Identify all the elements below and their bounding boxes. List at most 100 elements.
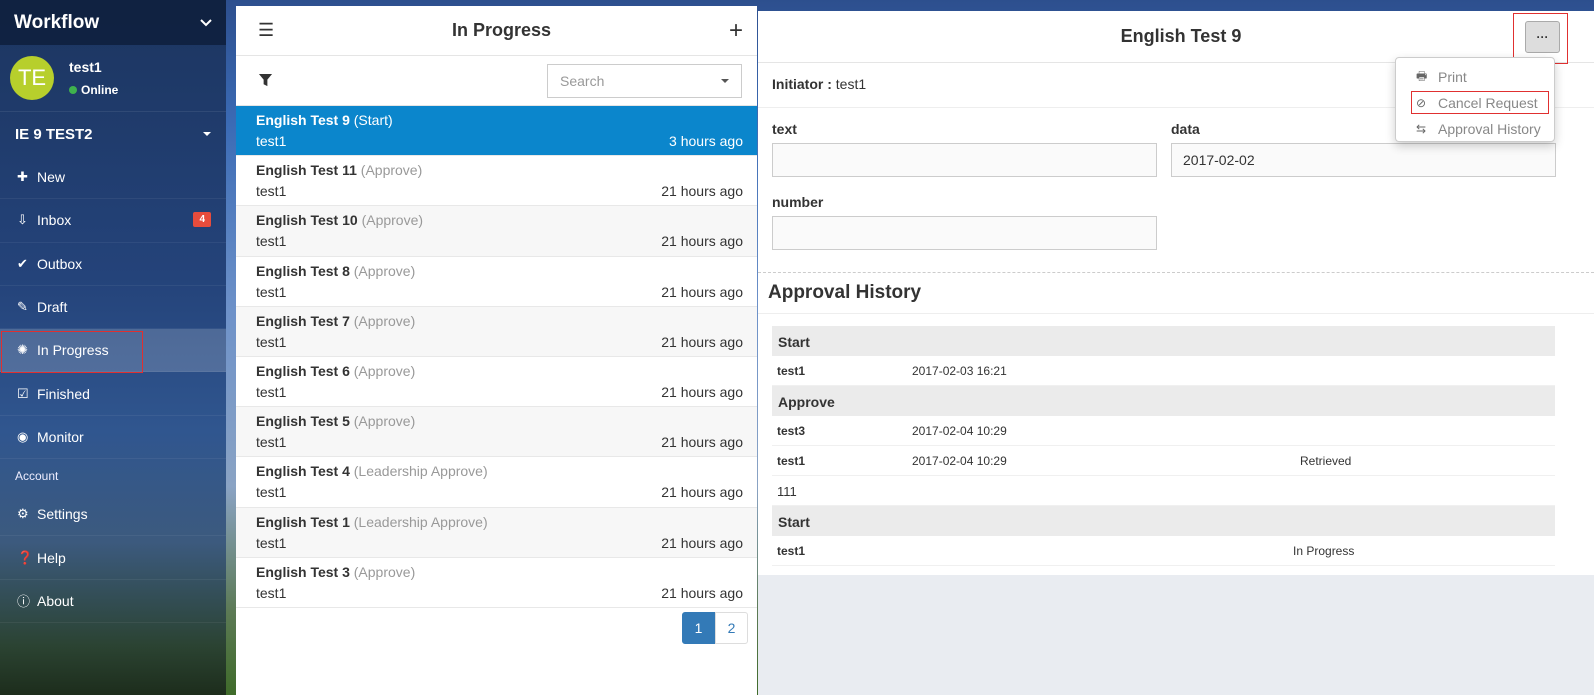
menu-label: Print bbox=[1438, 69, 1467, 85]
history-row: test1 2017-02-03 16:21 bbox=[772, 356, 1555, 386]
list-item[interactable]: English Test 4 (Leadership Approve) test1… bbox=[236, 457, 757, 508]
nav-monitor[interactable]: ◉ Monitor bbox=[0, 416, 226, 460]
text-label: text bbox=[772, 121, 797, 137]
item-title: English Test 4 bbox=[256, 463, 350, 480]
list-item[interactable]: English Test 9 (Start) test1 3 hours ago bbox=[236, 106, 757, 157]
page-2-button[interactable]: 2 bbox=[715, 612, 748, 644]
list-item[interactable]: English Test 6 (Approve) test1 21 hours ag… bbox=[236, 357, 757, 408]
item-user: test1 bbox=[256, 534, 287, 551]
checkbox-icon: ☑ bbox=[17, 385, 29, 401]
list-item[interactable]: English Test 1 (Leadership Approve) test1… bbox=[236, 507, 757, 558]
nav-label: Outbox bbox=[37, 255, 83, 272]
inbox-badge: 4 bbox=[193, 212, 211, 228]
item-title: English Test 10 bbox=[256, 212, 358, 229]
nav-finished[interactable]: ☑ Finished bbox=[0, 372, 226, 416]
avatar[interactable]: TE bbox=[10, 56, 54, 100]
nav-in-progress[interactable]: ✺ In Progress bbox=[0, 329, 226, 374]
item-stage: (Approve) bbox=[360, 162, 423, 179]
search-placeholder: Search bbox=[560, 72, 605, 89]
item-title: English Test 7 bbox=[256, 312, 350, 329]
list-item[interactable]: English Test 7 (Approve) test1 21 hours ag… bbox=[236, 306, 757, 357]
online-dot-icon bbox=[69, 86, 77, 94]
item-stage: (Leadership Approve) bbox=[353, 463, 488, 480]
list-item[interactable]: English Test 3 (Approve) test1 21 hours ag… bbox=[236, 558, 757, 608]
list-item[interactable]: English Test 8 (Approve) test1 21 hours ag… bbox=[236, 257, 757, 307]
nav-label: In Progress bbox=[37, 342, 109, 359]
brand-bar: Workflow bbox=[0, 0, 226, 45]
item-user: test1 bbox=[256, 434, 287, 451]
page-1-button[interactable]: 1 bbox=[682, 612, 715, 644]
printer-icon: 🖶 bbox=[1416, 68, 1428, 83]
history-row: test1 2017-02-04 10:29 Retrieved bbox=[772, 446, 1555, 476]
item-user: test1 bbox=[256, 584, 287, 601]
sidebar: Workflow TE test1 Online IE 9 TEST2 ✚ New… bbox=[0, 0, 226, 695]
chevron-down-icon[interactable] bbox=[200, 18, 212, 27]
item-stage: (Leadership Approve) bbox=[353, 513, 488, 530]
data-field[interactable]: 2017-02-02 bbox=[1171, 143, 1556, 177]
inbox-icon: ⇩ bbox=[17, 212, 28, 228]
item-time: 21 hours ago bbox=[661, 333, 743, 350]
filter-icon[interactable] bbox=[258, 73, 273, 88]
nav-label: Monitor bbox=[37, 428, 84, 445]
item-stage: (Approve) bbox=[353, 413, 416, 430]
add-request-button[interactable]: + bbox=[729, 18, 743, 43]
approval-history-table: Start test1 2017-02-03 16:21 Approve test… bbox=[772, 326, 1555, 566]
item-title: English Test 3 bbox=[256, 563, 350, 580]
item-time: 21 hours ago bbox=[661, 484, 743, 501]
history-status: Retrieved bbox=[1300, 454, 1352, 468]
question-icon: ❓ bbox=[17, 549, 34, 565]
org-selector[interactable]: IE 9 TEST2 bbox=[0, 112, 226, 156]
item-user: test1 bbox=[256, 333, 287, 350]
list-item[interactable]: English Test 5 (Approve) test1 21 hours ag… bbox=[236, 407, 757, 458]
nav-label: Draft bbox=[37, 299, 68, 316]
item-time: 3 hours ago bbox=[669, 133, 743, 149]
nav-label: Settings bbox=[37, 506, 88, 523]
eye-icon: ◉ bbox=[17, 428, 29, 444]
nav-label: Finished bbox=[37, 385, 90, 402]
menu-approval-history[interactable]: ⇆ Approval History bbox=[1396, 116, 1554, 142]
history-user: test1 bbox=[777, 364, 806, 378]
item-title: English Test 9 bbox=[256, 112, 350, 128]
history-group: Start bbox=[772, 326, 1555, 356]
user-status: Online bbox=[69, 83, 118, 97]
item-user: test1 bbox=[256, 183, 287, 200]
history-time: 2017-02-03 16:21 bbox=[912, 364, 1007, 378]
history-user: test1 bbox=[777, 454, 806, 468]
search-select[interactable]: Search bbox=[547, 63, 742, 98]
item-title: English Test 8 bbox=[256, 262, 350, 279]
history-row: 111 bbox=[772, 476, 1555, 506]
plus-icon: ✚ bbox=[17, 169, 28, 185]
data-label: data bbox=[1171, 121, 1200, 137]
menu-cancel-request[interactable]: ⊘ Cancel Request bbox=[1396, 90, 1554, 116]
nav-inbox[interactable]: ⇩ Inbox 4 bbox=[0, 199, 226, 243]
nav-outbox[interactable]: ✔ Outbox bbox=[0, 243, 226, 286]
ban-icon: ⊘ bbox=[1416, 96, 1427, 110]
list-item[interactable]: English Test 10 (Approve) test1 21 hours a… bbox=[236, 206, 757, 257]
item-user: test1 bbox=[256, 283, 287, 300]
number-label: number bbox=[772, 194, 824, 210]
nav-help[interactable]: ❓ Help bbox=[0, 536, 226, 580]
nav-about[interactable]: ⓘ About bbox=[0, 580, 226, 623]
nav-settings[interactable]: ⚙ Settings bbox=[0, 493, 226, 537]
detail-header: English Test 9 ··· bbox=[758, 11, 1594, 64]
nav-label: New bbox=[37, 169, 66, 186]
nav-new[interactable]: ✚ New bbox=[0, 156, 226, 200]
list-item[interactable]: English Test 11 (Approve) test1 21 hours a… bbox=[236, 156, 757, 207]
more-actions-button[interactable]: ··· bbox=[1525, 21, 1560, 53]
history-time: 2017-02-04 10:29 bbox=[912, 424, 1007, 438]
history-arrows-icon: ⇆ bbox=[1416, 122, 1427, 136]
number-field[interactable] bbox=[772, 216, 1157, 250]
text-field[interactable] bbox=[772, 143, 1157, 177]
user-name: test1 bbox=[69, 59, 102, 75]
list-title: In Progress bbox=[452, 20, 552, 40]
approval-history-title: Approval History bbox=[758, 273, 1594, 314]
request-list-panel: ☰ In Progress + Search English Test 9 (S… bbox=[236, 6, 757, 695]
nav-draft[interactable]: ✎ Draft bbox=[0, 286, 226, 330]
item-title: English Test 6 bbox=[256, 362, 350, 379]
brand-title: Workflow bbox=[14, 11, 100, 33]
history-row: test1 In Progress bbox=[772, 536, 1555, 566]
section-account: Account bbox=[15, 469, 59, 484]
status-label: Online bbox=[81, 83, 119, 97]
hamburger-icon[interactable]: ☰ bbox=[258, 20, 274, 41]
menu-print[interactable]: 🖶 Print bbox=[1396, 64, 1554, 90]
